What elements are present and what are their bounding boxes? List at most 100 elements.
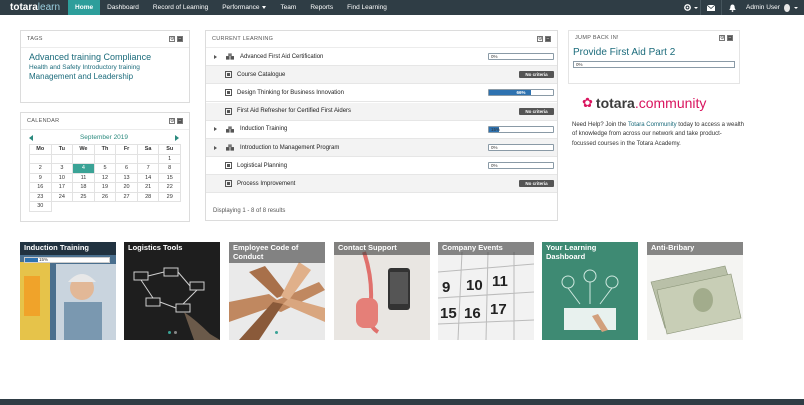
- calendar-day[interactable]: 16: [30, 183, 52, 193]
- block-title: CURRENT LEARNING: [212, 36, 274, 42]
- calendar-day[interactable]: 25: [73, 192, 95, 202]
- tag-link[interactable]: Advanced training Compliance: [29, 52, 181, 64]
- learning-item-name[interactable]: Logistical Planning: [237, 163, 287, 169]
- nav-record-of-learning[interactable]: Record of Learning: [146, 0, 215, 15]
- calendar-day[interactable]: 14: [137, 173, 160, 183]
- learning-item-name[interactable]: Induction Training: [240, 126, 287, 132]
- envelope-icon[interactable]: [701, 0, 721, 15]
- calendar-month[interactable]: September 2019: [80, 134, 128, 141]
- no-criteria-badge: No criteria: [519, 180, 554, 188]
- tile-contact-support[interactable]: Contact Support: [334, 242, 430, 340]
- calendar-day[interactable]: 19: [94, 183, 117, 193]
- learning-item-name[interactable]: Advanced First Aid Certification: [240, 54, 323, 60]
- calendar-day[interactable]: 29: [159, 192, 181, 202]
- calendar-day[interactable]: 26: [94, 192, 117, 202]
- tile-logistics-tools[interactable]: Logistics Tools: [124, 242, 220, 340]
- learning-item-name[interactable]: First Aid Refresher for Certified First …: [237, 108, 351, 114]
- tile-your-learning-dashboard[interactable]: Your Learning Dashboard: [542, 242, 638, 340]
- calendar-weekday: Su: [159, 145, 181, 155]
- nav-dashboard[interactable]: Dashboard: [100, 0, 146, 15]
- gear-icon[interactable]: [680, 0, 700, 15]
- progress-label: 0%: [491, 54, 498, 59]
- calendar-day[interactable]: 9: [30, 173, 52, 183]
- collapse-icon[interactable]: −: [177, 118, 183, 124]
- calendar-day[interactable]: 13: [116, 173, 138, 183]
- calendar-day[interactable]: 28: [137, 192, 160, 202]
- settings-icon[interactable]: ⚙: [169, 118, 175, 124]
- calendar-day[interactable]: 24: [51, 192, 74, 202]
- learning-row[interactable]: First Aid Refresher for Certified First …: [206, 102, 557, 121]
- calendar-day[interactable]: 3: [51, 164, 74, 174]
- tile-company-events[interactable]: 9 10 11 15 16 17 Company Events: [438, 242, 534, 340]
- expand-icon[interactable]: [214, 145, 217, 150]
- bell-icon[interactable]: [722, 0, 742, 15]
- nav-find-learning[interactable]: Find Learning: [340, 0, 394, 15]
- carousel-dot[interactable]: [275, 331, 278, 334]
- carousel-dot[interactable]: [168, 331, 171, 334]
- nav-performance[interactable]: Performance: [215, 0, 273, 15]
- expand-icon[interactable]: [214, 54, 217, 59]
- progress-fill: [25, 258, 38, 262]
- calendar-day[interactable]: 8: [159, 164, 181, 174]
- tile-employee-code-of-conduct[interactable]: Employee Code of Conduct: [229, 242, 325, 340]
- settings-icon[interactable]: ⚙: [537, 36, 543, 42]
- calendar-day[interactable]: 20: [116, 183, 138, 193]
- learning-row[interactable]: Process Improvement No criteria: [206, 175, 557, 194]
- calendar-day[interactable]: 11: [73, 173, 95, 183]
- learning-item-name[interactable]: Design Thinking for Business Innovation: [237, 90, 344, 96]
- carousel-dot[interactable]: [174, 331, 177, 334]
- nav-reports[interactable]: Reports: [303, 0, 340, 15]
- calendar-day[interactable]: 5: [94, 164, 117, 174]
- calendar-day[interactable]: 30: [30, 202, 52, 212]
- totara-learn-logo[interactable]: totara learn: [0, 0, 68, 15]
- learning-row[interactable]: Advanced First Aid Certification 0%: [206, 48, 557, 66]
- chevron-down-icon: [262, 5, 267, 9]
- flowchart-image: [124, 242, 220, 340]
- calendar-image-glyph: 16: [464, 305, 481, 322]
- calendar-day[interactable]: 7: [137, 164, 160, 174]
- expand-icon[interactable]: [214, 127, 217, 132]
- calendar-day[interactable]: 18: [73, 183, 95, 193]
- calendar-day[interactable]: 2: [30, 164, 52, 174]
- settings-icon[interactable]: ⚙: [169, 36, 175, 42]
- tag-link[interactable]: Health and Safety Introductory training: [29, 64, 181, 72]
- calendar-day[interactable]: 23: [30, 192, 52, 202]
- calendar-day[interactable]: 12: [94, 173, 117, 183]
- calendar-day[interactable]: 10: [51, 173, 74, 183]
- learning-row[interactable]: Logistical Planning 0%: [206, 157, 557, 176]
- previous-month-icon[interactable]: [29, 134, 33, 141]
- progress-label: 0%: [491, 163, 498, 169]
- calendar-day[interactable]: 27: [116, 192, 138, 202]
- tile-induction-training[interactable]: Induction Training 15%: [20, 242, 116, 340]
- collapse-icon[interactable]: −: [545, 36, 551, 42]
- learning-item-name[interactable]: Process Improvement: [237, 181, 295, 187]
- learning-row[interactable]: Course Catalogue No criteria: [206, 66, 557, 85]
- nav-home[interactable]: Home: [68, 0, 101, 15]
- tile-anti-bribary[interactable]: Anti-Bribary: [647, 242, 743, 340]
- nav-team[interactable]: Team: [273, 0, 303, 15]
- calendar-day[interactable]: 17: [51, 183, 74, 193]
- progress-label: 0%: [491, 145, 498, 150]
- learning-item-name[interactable]: Course Catalogue: [237, 72, 285, 78]
- learning-row[interactable]: Design Thinking for Business Innovation 6…: [206, 84, 557, 103]
- calendar-day[interactable]: 4: [73, 164, 95, 174]
- progress-bar: 66%: [488, 89, 554, 97]
- collapse-icon[interactable]: −: [177, 36, 183, 42]
- calendar-day[interactable]: 22: [159, 183, 181, 193]
- calendar-day[interactable]: 6: [116, 164, 138, 174]
- learning-row[interactable]: Introduction to Management Program 0%: [206, 139, 557, 157]
- calendar-day[interactable]: 1: [159, 154, 181, 164]
- next-month-icon[interactable]: [175, 134, 179, 141]
- jump-back-in-course[interactable]: Provide First Aid Part 2: [569, 45, 739, 58]
- calendar-day[interactable]: 21: [137, 183, 160, 193]
- totara-community-link[interactable]: Totara Community: [628, 122, 677, 128]
- totara-community-logo[interactable]: ✿ totara .community: [582, 95, 706, 111]
- learning-item-name[interactable]: Introduction to Management Program: [240, 145, 339, 151]
- settings-icon[interactable]: ⚙: [719, 35, 725, 41]
- learning-row[interactable]: Induction Training 15%: [206, 121, 557, 139]
- calendar-day[interactable]: 15: [159, 173, 181, 183]
- collapse-icon[interactable]: −: [727, 35, 733, 41]
- user-menu[interactable]: Admin User: [740, 0, 804, 15]
- tag-link[interactable]: Management and Leadership: [29, 72, 181, 82]
- program-icon: [226, 144, 234, 151]
